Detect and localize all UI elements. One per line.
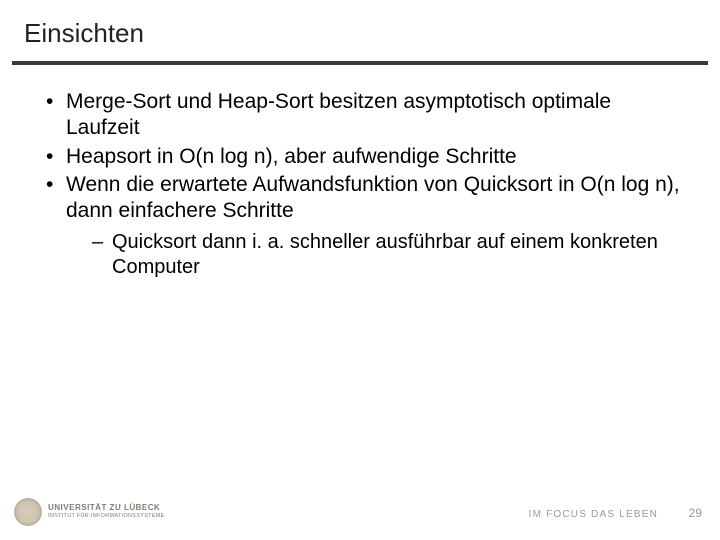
university-line2: INSTITUT FÜR INFORMATIONSSYSTEME — [48, 514, 165, 520]
sub-bullet-list: Quicksort dann i. a. schneller ausführba… — [66, 230, 680, 280]
bullet-item: Heapsort in O(n log n), aber aufwendige … — [40, 144, 680, 170]
bullet-text: Merge-Sort und Heap-Sort besitzen asympt… — [66, 90, 611, 139]
sub-bullet-item: Quicksort dann i. a. schneller ausführba… — [66, 230, 680, 280]
slide-body: Merge-Sort und Heap-Sort besitzen asympt… — [0, 65, 720, 540]
footer-tagline: IM FOCUS DAS LEBEN — [529, 509, 658, 520]
university-logo: UNIVERSITÄT ZU LÜBECK INSTITUT FÜR INFOR… — [14, 498, 165, 526]
bullet-text: Heapsort in O(n log n), aber aufwendige … — [66, 145, 517, 168]
page-number: 29 — [689, 506, 702, 520]
seal-icon — [14, 498, 42, 526]
title-block: Einsichten — [0, 0, 720, 55]
bullet-item: Merge-Sort und Heap-Sort besitzen asympt… — [40, 89, 680, 142]
university-line1: UNIVERSITÄT ZU LÜBECK — [48, 504, 165, 512]
footer: UNIVERSITÄT ZU LÜBECK INSTITUT FÜR INFOR… — [0, 492, 720, 526]
bullet-list: Merge-Sort und Heap-Sort besitzen asympt… — [40, 89, 680, 280]
bullet-text: Wenn die erwartete Aufwandsfunktion von … — [66, 173, 680, 222]
bullet-item: Wenn die erwartete Aufwandsfunktion von … — [40, 172, 680, 281]
slide-title: Einsichten — [24, 18, 700, 49]
university-text: UNIVERSITÄT ZU LÜBECK INSTITUT FÜR INFOR… — [48, 504, 165, 520]
slide: Einsichten Merge-Sort und Heap-Sort besi… — [0, 0, 720, 540]
sub-bullet-text: Quicksort dann i. a. schneller ausführba… — [112, 231, 658, 278]
